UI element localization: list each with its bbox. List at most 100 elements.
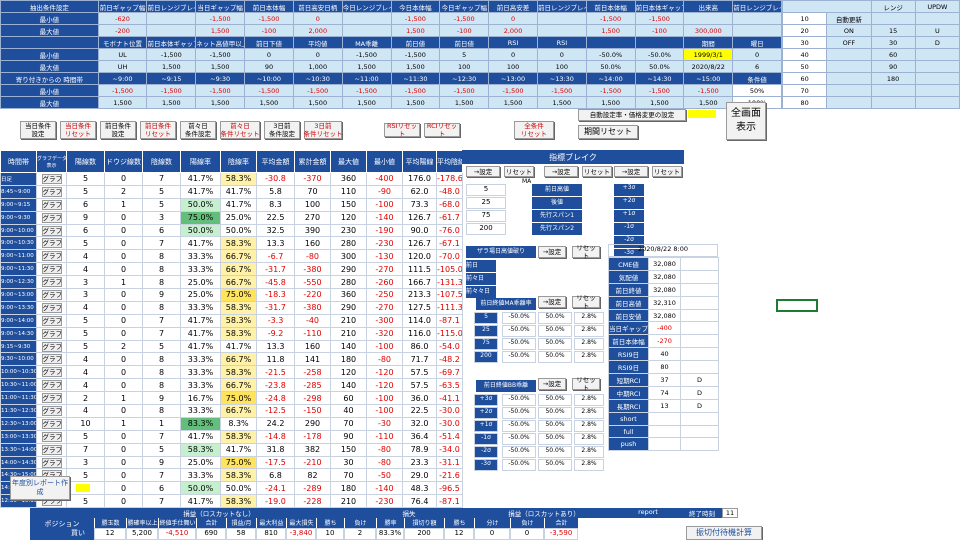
top-min2-row-cell[interactable]: 0 xyxy=(488,48,538,61)
top-min-row-cell[interactable] xyxy=(146,12,197,25)
top-time-min-row-cell[interactable]: -1,500 xyxy=(683,84,734,97)
ma-row[interactable]: 25 xyxy=(466,197,506,209)
graph-button-label[interactable]: グラフ xyxy=(41,173,62,184)
top-max2-row-cell[interactable]: 最大値 xyxy=(0,60,99,73)
selected-cell[interactable] xyxy=(776,299,818,312)
bb-cell[interactable]: 50.0% xyxy=(538,420,572,432)
top-min2-row-cell[interactable]: 最小値 xyxy=(0,48,99,61)
top-min-row-cell[interactable] xyxy=(683,12,734,25)
right-cell[interactable] xyxy=(826,48,872,61)
top-min2-row-cell[interactable]: -50.0% xyxy=(634,48,685,61)
top-max2-row-cell[interactable]: 1,500 xyxy=(195,60,246,73)
top-time-min-row-cell[interactable]: -1,500 xyxy=(195,84,246,97)
ma-div-cell[interactable]: -50.0% xyxy=(502,312,536,324)
top-time-min-row-cell[interactable]: -1,500 xyxy=(488,84,538,97)
fullscreen-button[interactable]: 全画面 表示 xyxy=(726,102,766,140)
top-max-row-cell[interactable] xyxy=(146,24,197,37)
ma-row[interactable]: 200 xyxy=(466,223,506,235)
top-max2-row-cell[interactable]: 1,500 xyxy=(341,60,392,73)
graph-button[interactable]: グラフ xyxy=(36,391,67,406)
graph-button[interactable]: グラフ xyxy=(36,172,67,186)
top-max2-row-cell[interactable]: 100 xyxy=(536,60,587,73)
top-time-min-row-cell[interactable]: 最小値 xyxy=(0,84,99,97)
bb-cell[interactable]: -50.0% xyxy=(502,420,536,432)
right-cell[interactable] xyxy=(870,96,916,109)
right-cell[interactable]: 70 xyxy=(781,84,828,97)
top-max-row-cell[interactable]: 1,500 xyxy=(390,24,441,37)
right-cell[interactable]: 90 xyxy=(870,60,916,73)
today-condition-reset-button[interactable]: 当日条件 リセット xyxy=(60,121,96,139)
right-cell[interactable]: 20 xyxy=(781,24,828,37)
top-time-max-row-cell[interactable]: 1,500 xyxy=(390,96,441,109)
bb-cell[interactable]: 2.8% xyxy=(574,394,604,406)
graph-button[interactable]: グラフ xyxy=(36,275,67,290)
graph-button-label[interactable]: グラフ xyxy=(41,380,62,391)
top-max-row-cell[interactable]: 1,500 xyxy=(195,24,246,37)
right-cell[interactable] xyxy=(914,84,960,97)
bb-cell[interactable]: 50.0% xyxy=(538,446,572,458)
graph-button[interactable]: グラフ xyxy=(36,262,67,277)
right-cell[interactable]: 15 xyxy=(870,24,916,37)
right-cell[interactable] xyxy=(826,60,872,73)
top-min2-row-cell[interactable]: -1,500 xyxy=(341,48,392,61)
graph-button[interactable]: グラフ xyxy=(36,378,67,393)
bb-cell[interactable]: -50.0% xyxy=(502,459,536,471)
rci-reset-button[interactable]: RCIリセット xyxy=(424,122,460,138)
top-max-row-cell[interactable] xyxy=(341,24,392,37)
graph-button-label[interactable]: グラフ xyxy=(41,289,62,300)
graph-button-label[interactable]: グラフ xyxy=(41,405,62,416)
top-time-min-row-cell[interactable]: -1,500 xyxy=(585,84,636,97)
right-cell[interactable]: D xyxy=(914,36,960,49)
graph-button-label[interactable]: グラフ xyxy=(41,457,62,468)
period-reset-button[interactable]: 期間リセット xyxy=(578,125,638,139)
right-cell[interactable]: 自動更新 xyxy=(826,12,872,25)
ma-div-cell[interactable]: 2.8% xyxy=(574,325,604,337)
top-time-min-row-cell[interactable]: -1,500 xyxy=(439,84,490,97)
right-cell[interactable]: 60 xyxy=(870,48,916,61)
graph-button-label[interactable]: グラフ xyxy=(41,341,62,352)
top-min-row-cell[interactable]: 0 xyxy=(488,12,538,25)
top-time-max-row-cell[interactable]: 1,500 xyxy=(341,96,392,109)
break-reset-button[interactable]: リセット xyxy=(652,166,682,177)
graph-button-label[interactable]: グラフ xyxy=(41,367,62,378)
top-min-row-cell[interactable]: 0 xyxy=(292,12,343,25)
ma-div-set-button[interactable]: →設定 xyxy=(538,296,566,308)
graph-button[interactable]: グラフ xyxy=(36,288,67,302)
graph-button-label[interactable]: グラフ xyxy=(41,186,62,197)
graph-button-label[interactable]: グラフ xyxy=(41,251,62,262)
graph-button-label[interactable]: グラフ xyxy=(41,393,62,404)
right-cell[interactable]: 10 xyxy=(781,12,828,25)
top-min2-row-cell[interactable]: UL xyxy=(97,48,148,61)
top-time-min-row-cell[interactable]: -1,500 xyxy=(390,84,441,97)
graph-button[interactable]: グラフ xyxy=(36,236,67,251)
today-condition-set-button[interactable]: 当日条件 設定 xyxy=(20,121,56,139)
graph-button-label[interactable]: グラフ xyxy=(41,264,62,275)
top-max2-row-cell[interactable]: 6 xyxy=(732,60,782,73)
graph-button-label[interactable]: グラフ xyxy=(41,431,62,442)
top-max-row-cell[interactable]: 300,000 xyxy=(683,24,734,37)
graph-button-label[interactable]: グラフ xyxy=(41,354,62,365)
graph-button[interactable]: グラフ xyxy=(36,184,67,199)
top-min-row-cell[interactable] xyxy=(732,12,782,25)
ma-div-cell[interactable]: 50.0% xyxy=(538,312,572,324)
top-time-min-row-cell[interactable]: -1,500 xyxy=(146,84,197,97)
graph-button-label[interactable]: グラフ xyxy=(41,238,62,249)
prev-condition-reset-button[interactable]: 前日条件 リセット xyxy=(140,121,176,139)
right-cell[interactable]: ON xyxy=(826,24,872,37)
top-max-row-cell[interactable]: -100 xyxy=(634,24,685,37)
top-min2-row-cell[interactable]: -1,500 xyxy=(146,48,197,61)
top-time-max-row-cell[interactable]: 1,500 xyxy=(536,96,587,109)
right-cell[interactable]: 50 xyxy=(781,60,828,73)
top-time-max-row-cell[interactable]: 1,500 xyxy=(195,96,246,109)
top-max-row-cell[interactable] xyxy=(536,24,587,37)
top-min-row-cell[interactable]: -1,500 xyxy=(634,12,685,25)
graph-button[interactable]: グラフ xyxy=(36,197,67,212)
top-time-max-row-cell[interactable]: 1,500 xyxy=(585,96,636,109)
right-cell[interactable] xyxy=(914,12,960,25)
graph-button-label[interactable]: グラフ xyxy=(41,277,62,288)
top-max-row-cell[interactable]: -100 xyxy=(439,24,490,37)
top-time-max-row-cell[interactable]: 1,500 xyxy=(146,96,197,109)
right-cell[interactable] xyxy=(870,12,916,25)
top-max2-row-cell[interactable]: 90 xyxy=(244,60,294,73)
ma-div-cell[interactable]: -50.0% xyxy=(502,351,536,363)
